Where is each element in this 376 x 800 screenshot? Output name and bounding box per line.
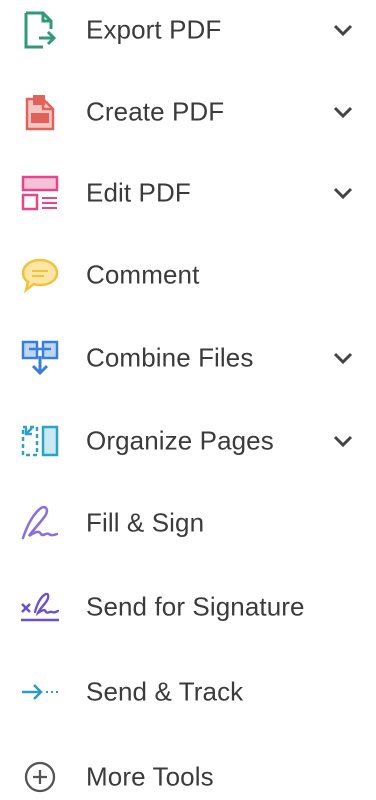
tool-send-track[interactable]: Send & Track	[0, 659, 376, 725]
tool-organize-pages[interactable]: Organize Pages	[0, 408, 376, 474]
tool-label: More Tools	[86, 761, 214, 792]
tool-more-tools[interactable]: More Tools	[0, 744, 376, 800]
tool-create-pdf[interactable]: Create PDF	[0, 79, 376, 145]
fill-sign-icon	[18, 501, 62, 545]
tool-combine-files[interactable]: Combine Files	[0, 325, 376, 391]
tool-label: Edit PDF	[86, 177, 191, 208]
chevron-down-icon[interactable]	[328, 178, 358, 208]
chevron-down-icon[interactable]	[328, 343, 358, 373]
tool-label: Create PDF	[86, 96, 225, 127]
tool-export-pdf[interactable]: Export PDF	[0, 0, 376, 63]
tool-label: Send for Signature	[86, 591, 305, 622]
combine-files-icon	[18, 336, 62, 380]
tool-label: Comment	[86, 259, 200, 290]
create-pdf-icon	[18, 90, 62, 134]
more-tools-icon	[18, 755, 62, 799]
chevron-down-icon[interactable]	[328, 15, 358, 45]
export-pdf-icon	[18, 8, 62, 52]
comment-icon	[18, 253, 62, 297]
tool-fill-sign[interactable]: Fill & Sign	[0, 490, 376, 556]
tool-label: Export PDF	[86, 14, 222, 45]
tool-label: Combine Files	[86, 342, 254, 373]
tool-label: Organize Pages	[86, 425, 274, 456]
tool-label: Send & Track	[86, 676, 244, 707]
tool-comment[interactable]: Comment	[0, 242, 376, 308]
tool-send-for-signature[interactable]: Send for Signature	[0, 574, 376, 640]
tool-edit-pdf[interactable]: Edit PDF	[0, 160, 376, 226]
tool-label: Fill & Sign	[86, 507, 205, 538]
organize-pages-icon	[18, 419, 62, 463]
chevron-down-icon[interactable]	[328, 426, 358, 456]
edit-pdf-icon	[18, 171, 62, 215]
chevron-down-icon[interactable]	[328, 97, 358, 127]
send-for-signature-icon	[18, 585, 62, 629]
send-track-icon	[18, 670, 62, 714]
tools-panel: Export PDF Create PDF Edit PDF Comment C…	[0, 0, 376, 800]
